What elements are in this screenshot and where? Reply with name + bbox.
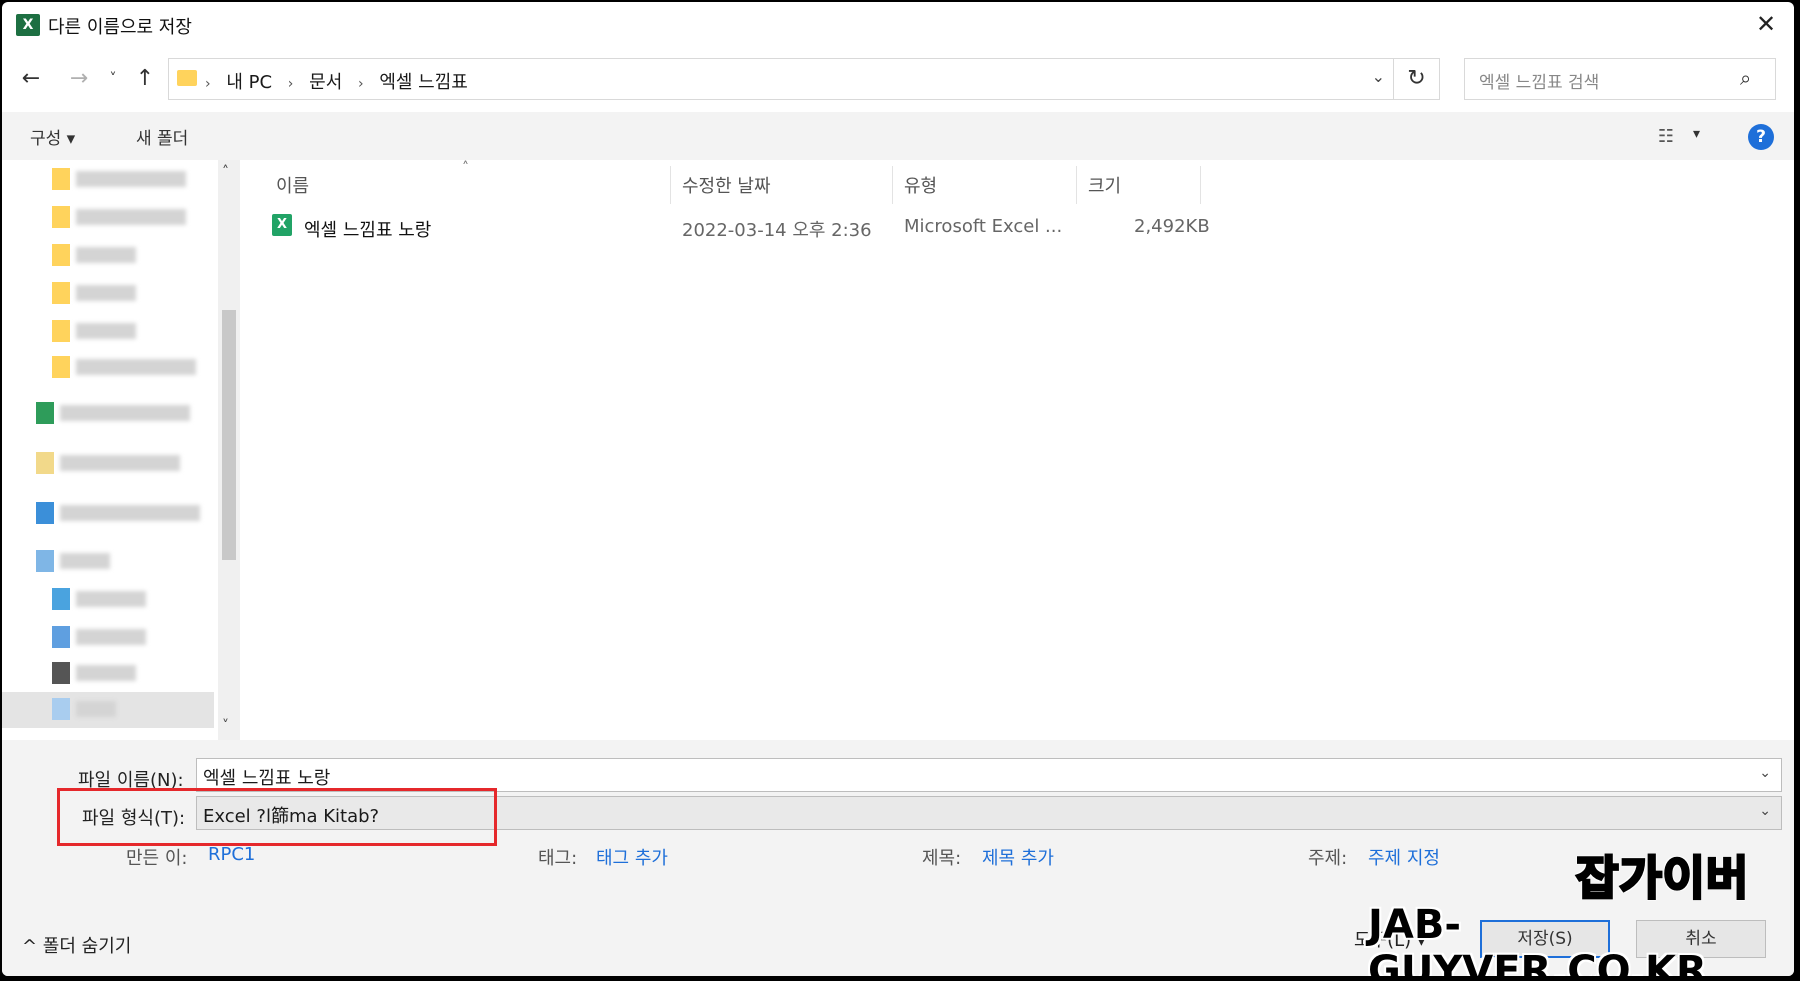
chevron-down-icon[interactable]: ⌄	[1372, 67, 1385, 86]
subject-value[interactable]: 주제 지정	[1368, 844, 1440, 870]
window-title: 다른 이름으로 저장	[48, 17, 192, 38]
nav-tree-item[interactable]	[52, 698, 116, 722]
breadcrumb-separator: ›	[287, 76, 294, 92]
file-list: ˄ 이름 수정한 날짜 유형 크기 X 엑셀 느낌표 노랑 2022-03-14…	[246, 160, 1794, 740]
tags-label: 태그:	[538, 848, 578, 869]
column-divider[interactable]	[1200, 166, 1201, 204]
author-value[interactable]: RPC1	[208, 844, 255, 865]
file-name: 엑셀 느낌표 노랑	[304, 220, 432, 241]
folder-icon	[52, 662, 70, 684]
chevron-down-icon[interactable]: ▾	[1693, 126, 1700, 142]
excel-file-icon: X	[272, 214, 292, 236]
column-divider[interactable]	[892, 166, 893, 204]
column-header-modified[interactable]: 수정한 날짜	[682, 172, 771, 198]
nav-tree-item[interactable]	[36, 402, 190, 426]
search-icon: ⌕	[1740, 66, 1752, 90]
folder-icon	[52, 698, 70, 720]
folder-icon	[52, 168, 70, 190]
watermark-text: 잡가이버	[1574, 850, 1750, 907]
new-folder-button[interactable]: 새 폴더	[136, 124, 188, 149]
app-icon	[36, 402, 54, 424]
highlight-box	[57, 788, 497, 846]
breadcrumb-separator: ›	[358, 76, 364, 92]
column-header-size[interactable]: 크기	[1088, 172, 1121, 198]
organize-button[interactable]: 구성 ▾	[30, 124, 75, 149]
folder-icon	[52, 244, 70, 266]
nav-tree-item[interactable]	[52, 206, 186, 230]
breadcrumb-item-documents[interactable]: 문서	[309, 72, 342, 93]
file-size: 2,492KB	[1134, 216, 1210, 237]
watermark-url: JAB-GUYVER.CO.KR	[1368, 902, 1707, 976]
nav-tree-item[interactable]	[52, 662, 136, 686]
nav-tree-item[interactable]	[52, 244, 136, 268]
chevron-up-icon[interactable]: ˄	[222, 164, 229, 180]
column-divider[interactable]	[670, 166, 671, 204]
column-header-name[interactable]: 이름	[276, 172, 309, 198]
breadcrumb: › 내 PC › 문서 › 엑셀 느낌표	[205, 68, 478, 94]
excel-app-icon: X	[16, 14, 40, 36]
nav-tree-item[interactable]	[52, 168, 186, 192]
folder-icon	[52, 588, 70, 610]
chevron-down-icon[interactable]: ˅	[222, 718, 229, 734]
nav-tree-item[interactable]	[52, 356, 196, 380]
folder-icon	[52, 282, 70, 304]
forward-icon[interactable]: →	[64, 62, 94, 96]
cloud-icon	[36, 452, 54, 474]
column-divider[interactable]	[1076, 166, 1077, 204]
breadcrumb-item-pc[interactable]: 내 PC	[226, 72, 272, 93]
navigation-row: ← → ˅ ↑ › 내 PC › 문서 › 엑셀 느낌표 ⌄ ↻ 엑셀 느낌표 …	[2, 56, 1794, 102]
file-type: Microsoft Excel ...	[904, 216, 1063, 237]
cloud-icon	[36, 502, 54, 524]
folder-icon	[52, 320, 70, 342]
hide-folders-button[interactable]: ^ 폴더 숨기기	[22, 932, 131, 958]
breadcrumb-separator: ›	[205, 76, 211, 92]
column-header-type[interactable]: 유형	[904, 172, 937, 198]
refresh-icon[interactable]: ↻	[1394, 58, 1440, 100]
command-bar: 구성 ▾ 새 폴더 ☷ ▾ ?	[2, 112, 1794, 160]
chevron-down-icon[interactable]: ⌄	[1759, 765, 1771, 781]
back-icon[interactable]: ←	[16, 62, 46, 96]
folder-icon	[177, 70, 197, 86]
pc-icon	[36, 550, 54, 572]
nav-tree-item[interactable]	[52, 320, 136, 344]
filename-input[interactable]: 엑셀 느낌표 노랑 ⌄	[196, 758, 1782, 792]
help-icon[interactable]: ?	[1748, 124, 1774, 150]
save-as-dialog: X 다른 이름으로 저장 ✕ ← → ˅ ↑ › 내 PC › 문서 › 엑셀 …	[2, 2, 1794, 976]
nav-tree-item[interactable]	[52, 588, 146, 612]
filename-value: 엑셀 느낌표 노랑	[203, 768, 331, 789]
tags-value[interactable]: 태그 추가	[596, 844, 668, 870]
nav-tree-item[interactable]	[36, 502, 200, 526]
scroll-thumb[interactable]	[222, 310, 236, 560]
recent-locations-icon[interactable]: ˅	[98, 62, 128, 96]
title-label: 제목:	[922, 848, 962, 869]
address-bar[interactable]: › 내 PC › 문서 › 엑셀 느낌표 ⌄	[168, 58, 1394, 100]
folder-icon	[52, 206, 70, 228]
view-options-icon[interactable]: ☷	[1658, 126, 1674, 147]
nav-tree-item[interactable]	[36, 452, 180, 476]
search-input[interactable]: 엑셀 느낌표 검색	[1464, 58, 1776, 100]
navigation-pane	[2, 160, 242, 740]
nav-scrollbar[interactable]: ˄ ˅	[218, 160, 240, 740]
close-button[interactable]: ✕	[1746, 8, 1786, 40]
nav-tree-item[interactable]	[52, 626, 146, 650]
sort-ascending-icon: ˄	[462, 160, 469, 176]
up-icon[interactable]: ↑	[130, 62, 160, 96]
title-value[interactable]: 제목 추가	[982, 844, 1054, 870]
nav-tree-item[interactable]	[36, 550, 110, 574]
nav-tree-item[interactable]	[52, 282, 136, 306]
author-label: 만든 이:	[126, 848, 188, 869]
table-row[interactable]: X 엑셀 느낌표 노랑 2022-03-14 오후 2:36 Microsoft…	[272, 212, 1272, 242]
file-modified: 2022-03-14 오후 2:36	[682, 220, 872, 241]
folder-icon	[52, 626, 70, 648]
subject-label: 주제:	[1308, 848, 1348, 869]
chevron-down-icon[interactable]: ⌄	[1759, 803, 1771, 819]
title-bar: X 다른 이름으로 저장 ✕	[2, 2, 1794, 46]
breadcrumb-item-folder[interactable]: 엑셀 느낌표	[379, 72, 468, 93]
folder-icon	[52, 356, 70, 378]
